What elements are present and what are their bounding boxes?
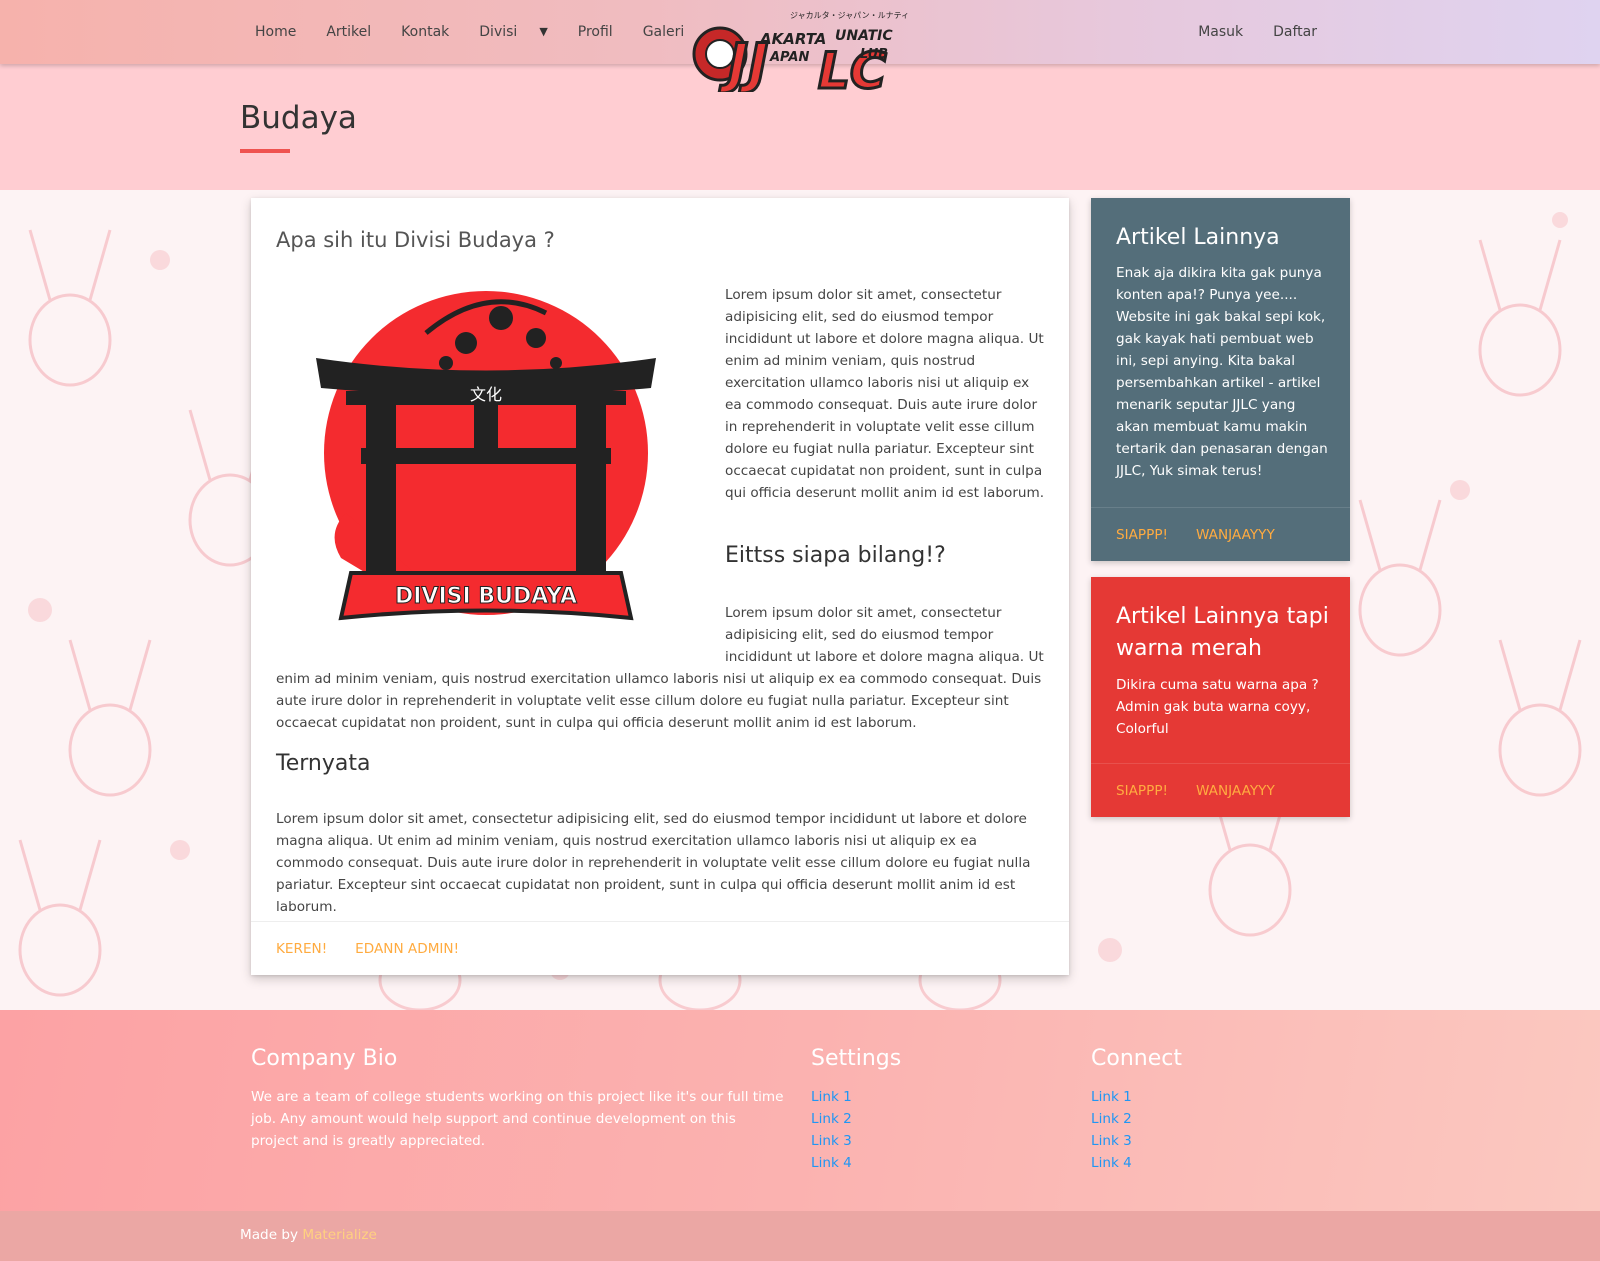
nav-home-link[interactable]: Home bbox=[240, 0, 311, 64]
settings-link-3[interactable]: Link 3 bbox=[811, 1133, 852, 1149]
navbar: Home Artikel Kontak Divisi ▼ Profil Gale… bbox=[0, 0, 1600, 102]
main-article-card: Apa sih itu Divisi Budaya ? 文化 DIVISI BU… bbox=[251, 198, 1069, 975]
logo-top-text: ジャカルタ・ジャパン・ルナティック・クラブ bbox=[790, 10, 910, 20]
subheading-1: Eittss siapa bilang!? bbox=[725, 543, 946, 568]
side-card-actions: SIAPPP! WANJAAYYY bbox=[1091, 507, 1350, 561]
side-card-body: Dikira cuma satu warna apa ? Admin gak b… bbox=[1116, 677, 1319, 737]
made-by-text: Made by Materialize bbox=[240, 1227, 377, 1243]
nav-profil-link[interactable]: Profil bbox=[563, 0, 628, 64]
kanji-bunka: 文化 bbox=[470, 385, 502, 404]
footer-settings-links: Link 1 Link 2 Link 3 Link 4 bbox=[811, 1086, 852, 1174]
divisi-budaya-image: 文化 DIVISI BUDAYA bbox=[306, 283, 666, 635]
nav-divisi-label: Divisi bbox=[479, 24, 518, 40]
connect-link-3[interactable]: Link 3 bbox=[1091, 1133, 1132, 1149]
side-card-grey: Artikel Lainnya Enak aja dikira kita gak… bbox=[1091, 198, 1350, 561]
page-title: Budaya bbox=[240, 100, 357, 136]
nav-masuk-link[interactable]: Masuk bbox=[1183, 0, 1258, 64]
card-actions: KEREN! EDANN ADMIN! bbox=[251, 921, 1069, 975]
title-underline bbox=[240, 149, 290, 153]
connect-link-4[interactable]: Link 4 bbox=[1091, 1155, 1132, 1171]
side-card-title: Artikel Lainnya tapi warna merah bbox=[1116, 604, 1329, 661]
jjlc-logo[interactable]: ジャカルタ・ジャパン・ルナティック・クラブ JJ LC AKARTA UNATI… bbox=[690, 4, 957, 102]
settings-link-4[interactable]: Link 4 bbox=[811, 1155, 852, 1171]
nav-galeri-link[interactable]: Galeri bbox=[628, 0, 700, 64]
footer-copyright: Made by Materialize bbox=[0, 1211, 1600, 1261]
footer-settings-title: Settings bbox=[811, 1046, 902, 1071]
keren-link[interactable]: KEREN! bbox=[276, 941, 327, 957]
card-title: Apa sih itu Divisi Budaya ? bbox=[276, 228, 555, 252]
connect-link-2[interactable]: Link 2 bbox=[1091, 1111, 1132, 1127]
connect-link-1[interactable]: Link 1 bbox=[1091, 1089, 1132, 1105]
nav-right-menu: Masuk Daftar bbox=[1183, 0, 1332, 64]
wanjaayyy-link[interactable]: WANJAAYYY bbox=[1196, 527, 1275, 543]
banner-divisi-budaya: DIVISI BUDAYA bbox=[395, 584, 577, 609]
siappp-link[interactable]: SIAPPP! bbox=[1116, 783, 1168, 799]
paragraph-2-end: enim ad minim veniam, quis nostrud exerc… bbox=[276, 671, 1042, 731]
siappp-link[interactable]: SIAPPP! bbox=[1116, 527, 1168, 543]
page-footer: Company Bio We are a team of college stu… bbox=[0, 1010, 1600, 1211]
made-by-label: Made by bbox=[240, 1227, 299, 1243]
nav-divisi-dropdown[interactable]: Divisi ▼ bbox=[464, 0, 563, 64]
nav-daftar-link[interactable]: Daftar bbox=[1258, 0, 1332, 64]
logo-akarta: AKARTA bbox=[759, 30, 826, 48]
logo-lub: LUB bbox=[860, 47, 888, 62]
logo-unatic: UNATIC bbox=[835, 28, 893, 44]
logo-apan: APAN bbox=[769, 50, 809, 65]
footer-connect-title: Connect bbox=[1091, 1046, 1182, 1071]
edann-admin-link[interactable]: EDANN ADMIN! bbox=[355, 941, 459, 957]
nav-kontak-link[interactable]: Kontak bbox=[386, 0, 464, 64]
nav-left-menu: Home Artikel Kontak Divisi ▼ Profil Gale… bbox=[240, 0, 699, 64]
settings-link-2[interactable]: Link 2 bbox=[811, 1111, 852, 1127]
side-card-red: Artikel Lainnya tapi warna merah Dikira … bbox=[1091, 577, 1350, 817]
side-card-title: Artikel Lainnya bbox=[1116, 225, 1280, 250]
footer-bio-title: Company Bio bbox=[251, 1046, 398, 1071]
settings-link-1[interactable]: Link 1 bbox=[811, 1089, 852, 1105]
side-card-body: Enak aja dikira kita gak punya konten ap… bbox=[1116, 265, 1328, 479]
nav-artikel-link[interactable]: Artikel bbox=[311, 0, 386, 64]
footer-connect-links: Link 1 Link 2 Link 3 Link 4 bbox=[1091, 1086, 1132, 1174]
materialize-link[interactable]: Materialize bbox=[302, 1227, 377, 1243]
side-card-actions: SIAPPP! WANJAAYYY bbox=[1091, 763, 1350, 817]
paragraph-2-start: Lorem ipsum dolor sit amet, consectetur … bbox=[725, 605, 1044, 665]
paragraph-3: Lorem ipsum dolor sit amet, consectetur … bbox=[276, 811, 1031, 915]
wanjaayyy-link[interactable]: WANJAAYYY bbox=[1196, 783, 1275, 799]
caret-down-icon: ▼ bbox=[539, 25, 548, 38]
footer-bio-text: We are a team of college students workin… bbox=[251, 1089, 784, 1149]
paragraph-1: Lorem ipsum dolor sit amet, consectetur … bbox=[725, 287, 1045, 501]
subheading-2: Ternyata bbox=[276, 751, 371, 776]
